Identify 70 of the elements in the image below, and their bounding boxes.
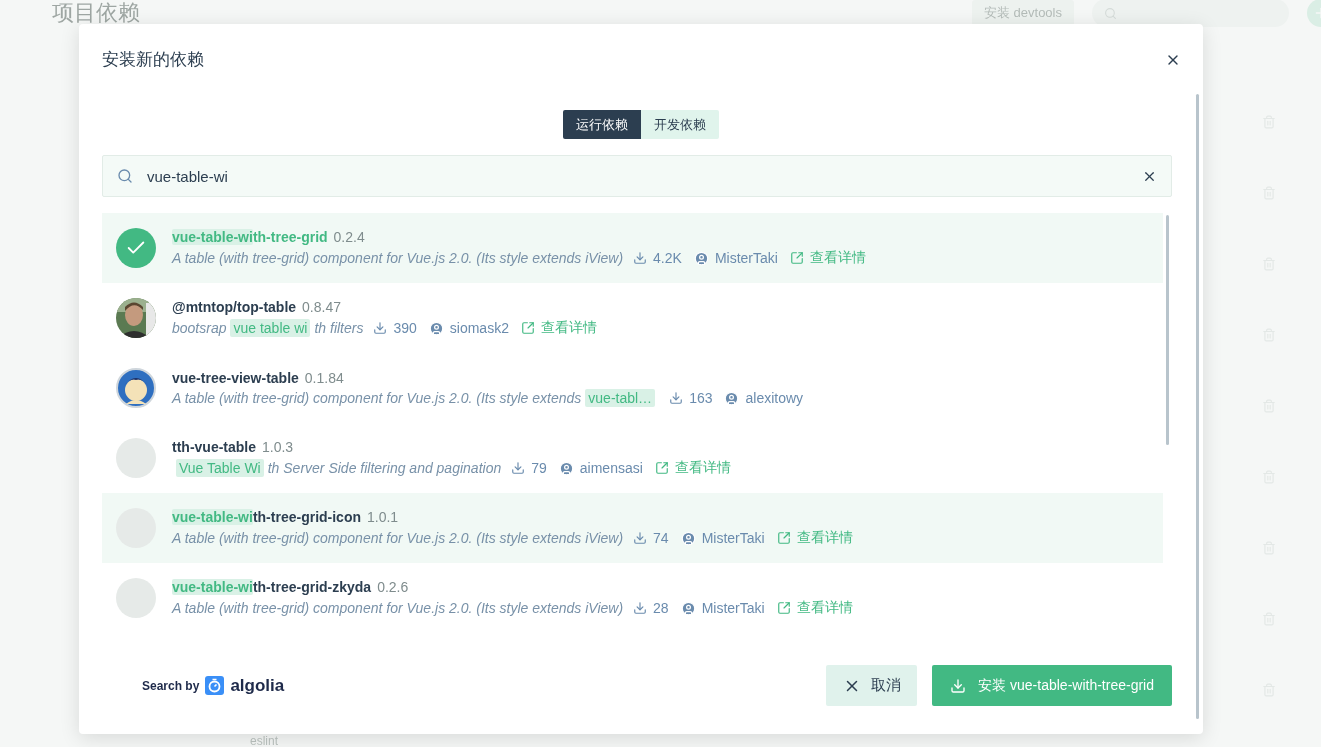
package-name: vue-tree-view-table bbox=[172, 370, 299, 386]
scrollbar[interactable] bbox=[1166, 215, 1169, 445]
package-description: A table (with tree-grid) component for Vue.js 2.0. (Its style extends iView) bbox=[172, 250, 624, 266]
cancel-button[interactable]: 取消 bbox=[826, 665, 918, 706]
author-name: MisterTaki bbox=[701, 600, 765, 616]
user-icon bbox=[680, 600, 696, 616]
package-name: @mtntop/top-table bbox=[172, 299, 297, 315]
tab[interactable]: 运行依赖 bbox=[563, 110, 641, 139]
package-version: 1.0.1 bbox=[367, 509, 399, 525]
download-count: 4.2K bbox=[653, 250, 682, 266]
external-link-icon bbox=[789, 251, 804, 265]
download-icon bbox=[633, 531, 648, 545]
author-name: MisterTaki bbox=[714, 250, 778, 266]
package-name: tth-vue-table bbox=[172, 439, 256, 455]
download-icon bbox=[511, 461, 526, 475]
author-name: alexitowy bbox=[745, 390, 804, 406]
search-input[interactable]: vue-table-wi bbox=[145, 166, 1130, 186]
package-version: 0.1.84 bbox=[304, 370, 344, 386]
package-name: vue-table-with-tree-grid-zkyda bbox=[172, 579, 372, 595]
download-icon bbox=[633, 601, 648, 615]
package-description: A table (with tree-grid) component for Vue.js 2.0. (Its style extends iView) bbox=[172, 600, 624, 616]
download-icon bbox=[633, 251, 648, 265]
user-icon bbox=[693, 250, 709, 266]
package-version: 1.0.3 bbox=[262, 439, 294, 455]
user-icon bbox=[680, 530, 696, 546]
external-link-icon bbox=[776, 531, 791, 545]
package-description: A table (with tree-grid) component for Vue.js 2.0. (Its style extends vue-tabl… bbox=[172, 390, 660, 406]
download-count: 28 bbox=[653, 600, 669, 616]
tab[interactable]: 开发依赖 bbox=[641, 110, 719, 139]
package-description: bootsrap vue table wi th filters bbox=[172, 320, 364, 336]
page-title: 项目依赖 bbox=[52, 0, 141, 27]
package-version: 0.2.4 bbox=[333, 229, 365, 245]
download-icon bbox=[950, 677, 967, 694]
package-description: A table (with tree-grid) component for Vue.js 2.0. (Its style extends iView) bbox=[172, 530, 624, 546]
download-icon bbox=[373, 321, 388, 335]
result-row[interactable]: vue-table-with-tree-grid-icon 1.0.1 A table (with tree-grid) component for Vue.js 2.0. (Its style extends iView) 74 MisterTaki 查看详情 bbox=[102, 493, 1163, 563]
user-icon bbox=[558, 460, 574, 476]
package-version: 0.8.47 bbox=[302, 299, 341, 315]
download-count: 163 bbox=[689, 390, 713, 406]
download-count: 74 bbox=[653, 530, 669, 546]
author-name: aimensasi bbox=[579, 460, 643, 476]
result-row[interactable]: vue-table-with-tree-grid-zkyda 0.2.6 A table (with tree-grid) component for Vue.js 2.0. (Its style extends iView) 28 MisterTaki 查看详情 bbox=[102, 563, 1163, 633]
result-row[interactable]: tth-vue-table 1.0.3 Vue Table Wi th Server Side filtering and pagination 79 aimensasi 查看详情 bbox=[102, 423, 1163, 493]
external-link-icon bbox=[776, 601, 791, 615]
external-link-icon bbox=[520, 321, 535, 335]
search-icon bbox=[117, 168, 133, 184]
dialog-title: 安装新的依赖 bbox=[102, 49, 204, 71]
download-count: 390 bbox=[393, 320, 417, 336]
result-row[interactable]: vue-tree-view-table 0.1.84 A table (with tree-grid) component for Vue.js 2.0. (Its style extends vue-tabl… 163 alexitowy bbox=[102, 353, 1163, 423]
author-name: siomask2 bbox=[449, 320, 509, 336]
download-icon bbox=[669, 391, 684, 405]
user-icon bbox=[724, 390, 740, 406]
search-field[interactable] bbox=[1092, 0, 1289, 27]
package-name: vue-table-with-tree-grid bbox=[172, 229, 328, 245]
package-version: 0.2.6 bbox=[377, 579, 409, 595]
user-icon bbox=[428, 320, 444, 336]
download-count: 79 bbox=[531, 460, 547, 476]
stopwatch-icon bbox=[205, 676, 225, 695]
package-name: vue-table-with-tree-grid-icon bbox=[172, 509, 361, 525]
result-row[interactable]: @mtntop/top-table 0.8.47 bootsrap vue table wi th filters 390 siomask2 查看详情 bbox=[102, 283, 1163, 353]
search-icon bbox=[1104, 6, 1117, 20]
search-by-label: Search by bbox=[142, 678, 200, 693]
search-field[interactable]: vue-table-wi bbox=[102, 155, 1172, 197]
author-name: MisterTaki bbox=[701, 530, 765, 546]
dependency-name: eslint bbox=[250, 734, 278, 747]
algolia-logo: algolia bbox=[230, 675, 285, 696]
external-link-icon bbox=[654, 461, 669, 475]
scrollbar[interactable] bbox=[1196, 94, 1199, 719]
package-description: Vue Table Wi th Server Side filtering and pagination bbox=[172, 460, 502, 476]
check-icon bbox=[116, 228, 156, 268]
